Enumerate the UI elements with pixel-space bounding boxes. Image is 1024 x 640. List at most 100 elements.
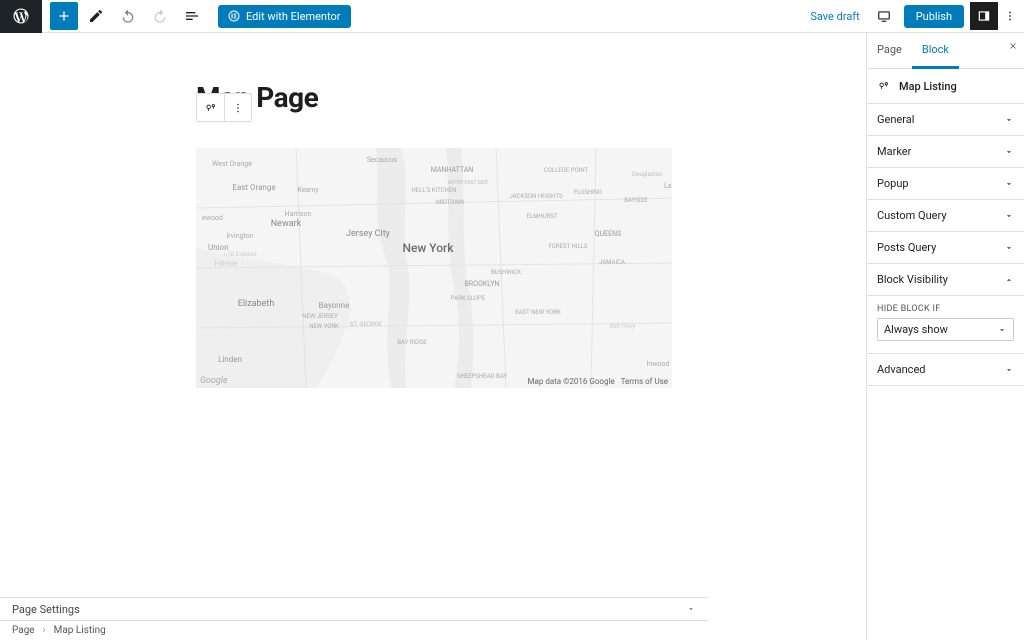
breadcrumb-leaf[interactable]: Map Listing xyxy=(54,625,106,636)
page-settings-bar[interactable]: Page Settings xyxy=(0,597,708,620)
document-overview-button[interactable] xyxy=(178,2,206,30)
block-breadcrumb: Page › Map Listing xyxy=(0,620,708,640)
svg-text:BROOKLYN: BROOKLYN xyxy=(465,280,500,288)
undo-button[interactable] xyxy=(114,2,142,30)
svg-text:COLLEGE POINT: COLLEGE POINT xyxy=(544,167,589,174)
close-sidebar-button[interactable] xyxy=(1008,41,1018,54)
tab-page[interactable]: Page xyxy=(867,33,912,68)
chevron-down-icon xyxy=(1004,115,1014,125)
panel-posts-query-label: Posts Query xyxy=(877,241,936,254)
svg-text:New York: New York xyxy=(402,241,454,255)
panel-advanced-label: Advanced xyxy=(877,363,925,376)
svg-text:MIDTOWN: MIDTOWN xyxy=(436,199,464,206)
map-listing-block[interactable]: New York MANHATTAN BROOKLYN QUEENS Jerse… xyxy=(196,148,672,388)
chevron-down-icon xyxy=(1004,243,1014,253)
more-options-button[interactable] xyxy=(1000,2,1020,30)
save-draft-button[interactable]: Save draft xyxy=(810,10,859,23)
redo-button[interactable] xyxy=(146,2,174,30)
editor-topbar: Edit with Elementor Save draft Publish xyxy=(0,0,1024,33)
publish-button[interactable]: Publish xyxy=(904,5,964,28)
map-google-logo: Google xyxy=(200,376,228,386)
svg-text:Hillside: Hillside xyxy=(214,260,237,268)
elementor-button-label: Edit with Elementor xyxy=(246,10,341,23)
svg-text:PARK SLOPE: PARK SLOPE xyxy=(451,295,486,302)
add-block-button[interactable] xyxy=(50,2,78,30)
svg-text:ELMHURST: ELMHURST xyxy=(527,213,558,220)
svg-text:UPPER EAST SIDE: UPPER EAST SIDE xyxy=(448,180,489,186)
panel-marker[interactable]: Marker xyxy=(867,136,1024,168)
elementor-icon xyxy=(228,10,240,22)
kebab-icon xyxy=(231,101,245,115)
breadcrumb-root[interactable]: Page xyxy=(12,625,35,636)
close-icon xyxy=(1008,41,1018,51)
page-settings-label: Page Settings xyxy=(12,603,80,616)
svg-text:Jersey City: Jersey City xyxy=(346,229,391,239)
redo-icon xyxy=(152,8,168,24)
map-preview: New York MANHATTAN BROOKLYN QUEENS Jerse… xyxy=(196,148,672,388)
map-listing-icon xyxy=(204,101,218,115)
edit-with-elementor-button[interactable]: Edit with Elementor xyxy=(218,5,351,28)
svg-text:FLUSHING: FLUSHING xyxy=(574,189,602,196)
svg-text:ewood: ewood xyxy=(202,214,223,222)
svg-text:BUSHWICK: BUSHWICK xyxy=(491,269,521,276)
panel-general[interactable]: General xyxy=(867,104,1024,136)
block-type-header: Map Listing xyxy=(867,69,1024,104)
kebab-icon xyxy=(1003,9,1017,23)
panel-popup-label: Popup xyxy=(877,177,909,190)
svg-text:NEW YORK: NEW YORK xyxy=(309,323,339,330)
svg-text:West Orange: West Orange xyxy=(212,160,252,168)
page-title[interactable]: Map Page xyxy=(196,81,672,114)
panel-block-visibility-body: HIDE BLOCK IF Always show xyxy=(867,296,1024,354)
svg-text:East Orange: East Orange xyxy=(232,183,275,192)
wordpress-logo-button[interactable] xyxy=(0,0,42,33)
edit-mode-button[interactable] xyxy=(82,2,110,30)
settings-sidebar-toggle[interactable] xyxy=(970,2,998,30)
plus-icon xyxy=(56,8,72,24)
panel-popup[interactable]: Popup xyxy=(867,168,1024,200)
svg-text:Inwood: Inwood xyxy=(647,360,670,368)
map-attribution: Map data ©2016 Google Terms of Use xyxy=(528,377,669,386)
panel-general-label: General xyxy=(877,113,914,126)
block-type-label: Map Listing xyxy=(899,80,957,93)
svg-text:EAST NEW YORK: EAST NEW YORK xyxy=(515,309,561,316)
chevron-down-icon xyxy=(686,604,696,614)
panel-custom-query[interactable]: Custom Query xyxy=(867,200,1024,232)
panel-advanced[interactable]: Advanced xyxy=(867,354,1024,386)
map-attr-data: Map data ©2016 Google xyxy=(528,377,615,386)
svg-text:Elizabeth: Elizabeth xyxy=(238,299,275,309)
svg-text:JAMAICA: JAMAICA xyxy=(599,259,625,266)
svg-text:Linden: Linden xyxy=(218,355,242,364)
svg-text:FOREST HILLS: FOREST HILLS xyxy=(548,243,587,250)
block-type-button[interactable] xyxy=(197,94,224,121)
hide-block-if-select[interactable]: Always show xyxy=(877,318,1014,341)
svg-text:Secaucus: Secaucus xyxy=(367,156,398,164)
svg-text:Bayonne: Bayonne xyxy=(319,301,350,310)
tab-block[interactable]: Block xyxy=(912,33,959,69)
svg-text:Newark: Newark xyxy=(271,219,302,229)
hide-block-if-value: Always show xyxy=(884,323,948,336)
svg-text:Kearny: Kearny xyxy=(297,186,319,194)
editor-canvas-area: Map Page xyxy=(0,33,866,640)
preview-button[interactable] xyxy=(870,2,898,30)
panel-marker-label: Marker xyxy=(877,145,911,158)
breadcrumb-separator: › xyxy=(43,625,46,636)
svg-text:ST. GEORGE: ST. GEORGE xyxy=(350,321,383,328)
chevron-down-icon xyxy=(1004,211,1014,221)
block-more-button[interactable] xyxy=(224,94,251,121)
svg-text:Lak: Lak xyxy=(664,182,672,190)
chevron-up-icon xyxy=(1004,275,1014,285)
sidebar-icon xyxy=(977,9,991,23)
svg-text:QUEENS: QUEENS xyxy=(595,230,621,238)
chevron-down-icon xyxy=(997,325,1007,335)
svg-text:HELL'S KITCHEN: HELL'S KITCHEN xyxy=(412,187,457,194)
block-toolbar xyxy=(196,93,252,122)
map-attr-terms[interactable]: Terms of Use xyxy=(621,377,668,386)
undo-icon xyxy=(120,8,136,24)
panel-posts-query[interactable]: Posts Query xyxy=(867,232,1024,264)
svg-text:SHEEPSHEAD BAY: SHEEPSHEAD BAY xyxy=(457,373,507,380)
hide-block-if-label: HIDE BLOCK IF xyxy=(877,304,1014,314)
svg-text:BAYSIDE: BAYSIDE xyxy=(624,197,648,204)
panel-block-visibility[interactable]: Block Visibility xyxy=(867,264,1024,296)
desktop-icon xyxy=(877,9,891,23)
svg-text:I-78 Express: I-78 Express xyxy=(224,251,257,258)
